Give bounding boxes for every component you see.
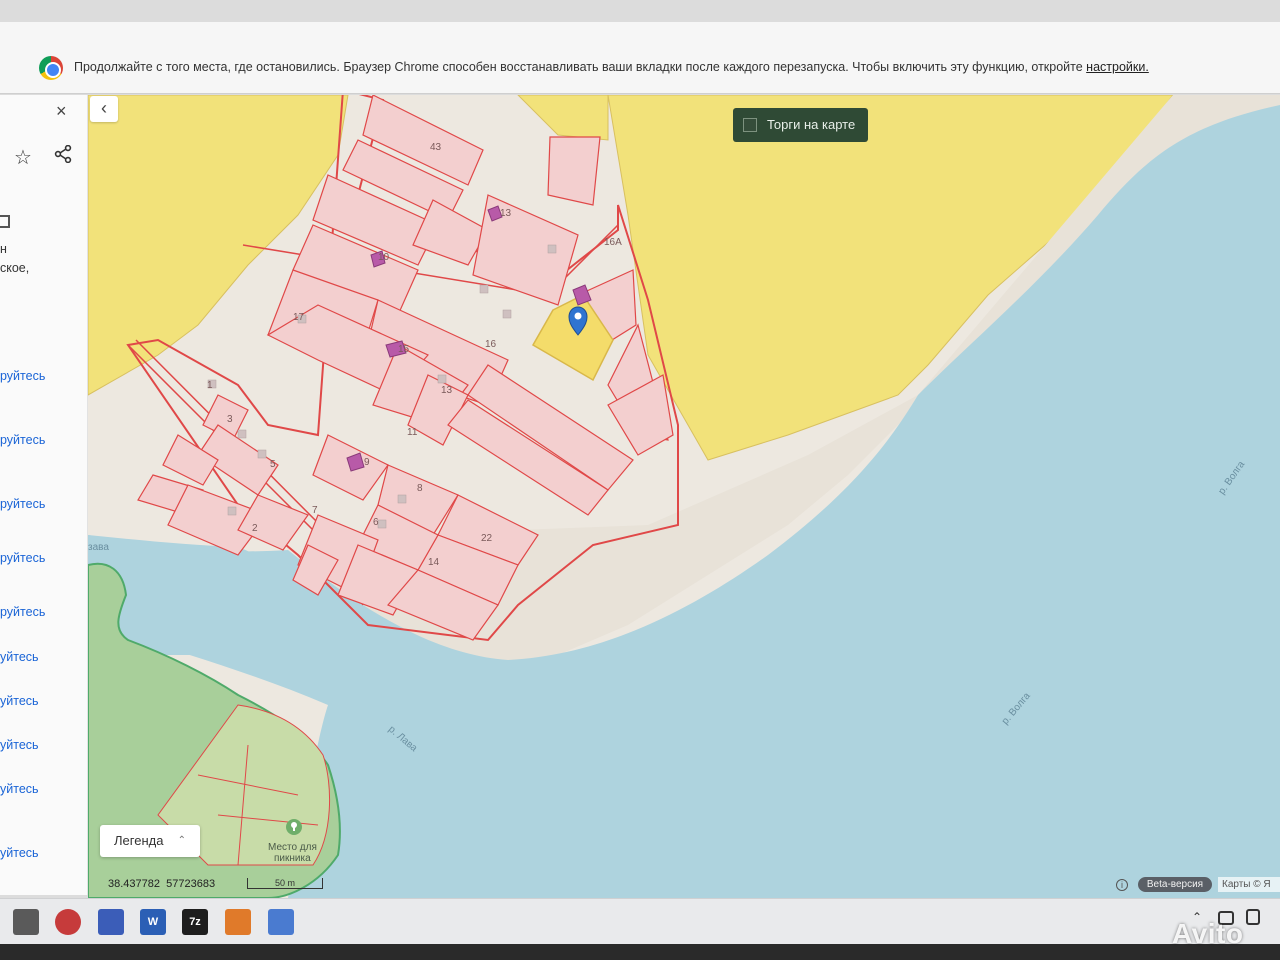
panel-link[interactable]: уйтесь [0, 738, 39, 752]
word-app-icon[interactable]: W [140, 909, 166, 935]
panel-text-fragment: ское, [0, 261, 30, 275]
7zip-app-icon[interactable]: 7z [182, 909, 208, 935]
legend-label: Легенда [114, 833, 164, 848]
panel-link[interactable]: руйтесь [0, 497, 45, 511]
plot-number: 16А [604, 237, 622, 248]
lock-icon[interactable] [1246, 909, 1260, 925]
office-app-icon[interactable] [225, 909, 251, 935]
panel-link[interactable]: уйтесь [0, 782, 39, 796]
panel-text-fragment: н [0, 242, 7, 256]
chrome-restore-infobar: Продолжайте с того места, где остановили… [0, 22, 1280, 94]
cursor-coordinates: 38.437782 57723683 [108, 878, 215, 890]
plot-number: 13 [500, 208, 512, 219]
monitor-bezel [0, 944, 1280, 960]
object-info-panel: × ☆ н ское, руйтесь руйтесь руйтесь руйт… [0, 95, 88, 895]
panel-link[interactable]: руйтесь [0, 605, 45, 619]
close-icon[interactable]: × [56, 101, 67, 122]
plot-number: 13 [441, 385, 453, 396]
plot-number: 6 [373, 517, 379, 528]
media-app-icon[interactable] [98, 909, 124, 935]
chrome-logo-icon [39, 56, 63, 80]
windows-taskbar: W 7z ⌃ [0, 898, 1280, 944]
raccoon-app-icon[interactable] [13, 909, 39, 935]
panel-link[interactable]: уйтесь [0, 650, 39, 664]
plot-number: 8 [417, 483, 423, 494]
plot-number: 17 [293, 312, 305, 323]
panel-link[interactable]: руйтесь [0, 551, 45, 565]
plot-number: 14 [428, 557, 440, 568]
panel-link[interactable]: руйтесь [0, 433, 45, 447]
plot-number: 15 [398, 344, 410, 355]
plot-number: 1 [207, 380, 213, 391]
plot-number: 43 [430, 142, 442, 153]
map-attribution[interactable]: Карты © Я [1218, 877, 1280, 892]
auctions-checkbox[interactable] [743, 118, 757, 132]
cadastral-map[interactable]: 43 13 16А 10 17 15 16 1 3 13 11 5 9 8 6 … [88, 95, 1280, 898]
coordinate-lat: 57723683 [166, 878, 216, 890]
farmland-area [517, 95, 609, 141]
auctions-toggle-button[interactable]: Торги на карте [733, 108, 868, 142]
picnic-place-icon[interactable] [286, 819, 302, 835]
avito-watermark: Avito [1172, 918, 1244, 949]
poi-label: пикника [274, 853, 311, 864]
river-label: зава [88, 542, 109, 553]
notepad-app-icon[interactable] [268, 909, 294, 935]
collapse-panel-button[interactable]: ‹ [90, 96, 118, 122]
poi-label: Место для [268, 842, 317, 853]
plot-number: 22 [481, 533, 493, 544]
chevron-up-icon: ⌃ [177, 835, 186, 846]
plot-number: 3 [227, 414, 233, 425]
infobar-message: Продолжайте с того места, где остановили… [74, 60, 1149, 74]
star-icon[interactable]: ☆ [14, 145, 32, 170]
document-icon [0, 215, 10, 228]
panel-link[interactable]: руйтесь [0, 369, 45, 383]
parcel[interactable] [547, 136, 601, 206]
share-icon[interactable] [54, 145, 72, 163]
coordinate-lon: 38.437782 [108, 878, 160, 890]
auctions-toggle-label: Торги на карте [767, 117, 856, 132]
plot-number: 2 [252, 523, 258, 534]
plot-number: 5 [270, 459, 276, 470]
scale-bar: 50 m [247, 878, 323, 889]
infobar-message-text: Продолжайте с того места, где остановили… [74, 60, 1083, 74]
infobar-settings-link[interactable]: настройки. [1086, 60, 1149, 74]
plot-number: 7 [312, 505, 318, 516]
panel-link[interactable]: уйтесь [0, 846, 39, 860]
panel-link[interactable]: уйтесь [0, 694, 39, 708]
map-canvas[interactable]: 43 13 16А 10 17 15 16 1 3 13 11 5 9 8 6 … [88, 95, 1280, 898]
beta-badge[interactable]: Beta-версия [1138, 877, 1212, 892]
plot-number: 9 [364, 457, 370, 468]
antivirus-app-icon[interactable] [55, 909, 81, 935]
plot-number: 11 [407, 427, 418, 438]
plot-number: 16 [485, 339, 497, 350]
screen: Продолжайте с того места, где остановили… [0, 0, 1280, 960]
legend-button[interactable]: Легенда ⌃ [100, 825, 200, 857]
info-icon[interactable]: i [1116, 879, 1128, 891]
plot-number: 10 [378, 252, 390, 263]
